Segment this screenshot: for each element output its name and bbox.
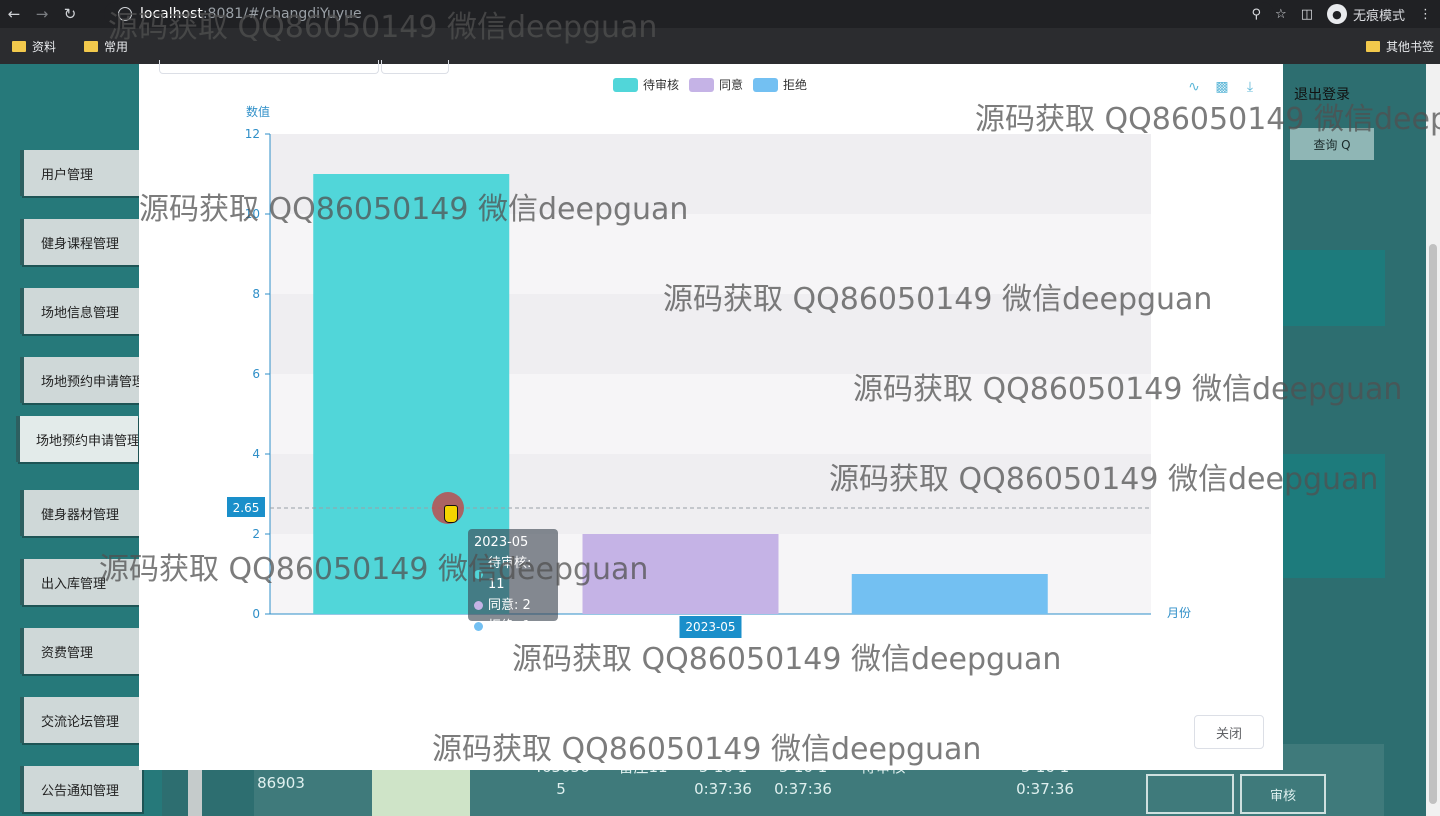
x-axis-title: 月份 bbox=[1167, 606, 1191, 620]
query-button[interactable]: 查询 Q bbox=[1290, 128, 1374, 160]
row-audit-button[interactable]: 审核 bbox=[1240, 774, 1326, 814]
key-icon[interactable]: ⚲ bbox=[1252, 7, 1262, 22]
folder-icon bbox=[84, 40, 99, 52]
bar-2 bbox=[851, 574, 1048, 614]
hand-cursor-icon bbox=[444, 505, 458, 523]
bookmark-folder-ziliao[interactable]: 资料 bbox=[12, 38, 56, 55]
folder-icon bbox=[1365, 40, 1380, 52]
tooltip-row: 同意: 2 bbox=[474, 595, 552, 616]
sidebar-item-fees[interactable]: 资费管理 bbox=[20, 628, 142, 674]
table-header-block bbox=[1283, 250, 1385, 326]
bar-1 bbox=[582, 534, 779, 614]
sidebar-item-courses[interactable]: 健身课程管理 bbox=[20, 219, 142, 265]
bookmark-folder-other[interactable]: 其他书签 bbox=[1365, 38, 1434, 55]
bookmark-folder-changyong[interactable]: 常用 bbox=[84, 38, 128, 55]
chart-dialog: 待审核 同意 拒绝 ∿ ▩ ⤓ 0 2 4 6 8 10 12 数值 月份 2.65 2023-05… bbox=[139, 60, 1283, 770]
sidebar-item-forum[interactable]: 交流论坛管理 bbox=[20, 697, 142, 743]
y-tick-label: 12 bbox=[245, 127, 260, 141]
back-icon[interactable]: ← bbox=[0, 0, 28, 28]
logout-link[interactable]: 退出登录 bbox=[1294, 84, 1350, 104]
sidebar-item-venues[interactable]: 场地信息管理 bbox=[20, 288, 142, 334]
axis-pointer-y-label: 2.65 bbox=[233, 501, 260, 515]
sidebar: 用户管理 健身课程管理 场地信息管理 场地预约申请管理 场地预约申请管理 健身器… bbox=[0, 64, 162, 816]
incognito-label: 无痕模式 bbox=[1352, 8, 1405, 24]
chart-tooltip: 2023-05 待审核: 11 同意: 2 拒绝: 1 bbox=[468, 529, 558, 634]
browser-actions: ⚲ ☆ ◫ ● 无痕模式 ⋮ bbox=[1252, 0, 1432, 28]
y-tick-label: 0 bbox=[252, 607, 260, 621]
bar-chart: 0 2 4 6 8 10 12 数值月份 2.65 2023-05 bbox=[227, 104, 1191, 638]
reload-icon[interactable]: ↻ bbox=[56, 0, 84, 28]
folder-icon bbox=[12, 40, 26, 52]
sidebar-item-users[interactable]: 用户管理 bbox=[20, 150, 142, 196]
page-scrollbar[interactable] bbox=[1426, 64, 1440, 816]
url-text: localhost:8081/#/changdiYuyue bbox=[140, 6, 362, 22]
forward-icon[interactable]: → bbox=[28, 0, 56, 28]
incognito-icon: ● bbox=[1326, 4, 1347, 24]
row-action-button[interactable] bbox=[1146, 774, 1234, 814]
tooltip-row: 待审核: 11 bbox=[474, 553, 552, 595]
sidebar-item-notices[interactable]: 公告通知管理 bbox=[20, 766, 142, 812]
y-tick-label: 6 bbox=[252, 367, 260, 381]
y-tick-label: 2 bbox=[252, 527, 260, 541]
y-tick-label: 8 bbox=[252, 287, 260, 301]
browser-toolbar: ← → ↻ localhost:8081/#/changdiYuyue ⚲ ☆ … bbox=[0, 0, 1440, 28]
site-info-icon[interactable] bbox=[118, 7, 132, 21]
sidepanel-icon[interactable]: ◫ bbox=[1301, 7, 1313, 22]
page-scrollbar-thumb[interactable] bbox=[1429, 244, 1437, 804]
close-button[interactable]: 关闭 bbox=[1194, 715, 1264, 749]
table-row-block bbox=[1283, 454, 1385, 578]
sidebar-item-inventory[interactable]: 出入库管理 bbox=[20, 559, 142, 605]
sidebar-item-venue-booking[interactable]: 场地预约申请管理 bbox=[20, 357, 142, 403]
incognito-indicator[interactable]: ● 无痕模式 bbox=[1326, 4, 1405, 24]
axis-pointer-x-label: 2023-05 bbox=[685, 620, 735, 634]
tooltip-row: 拒绝: 1 bbox=[474, 616, 552, 637]
sidebar-scrollbar[interactable] bbox=[188, 764, 202, 816]
star-icon[interactable]: ☆ bbox=[1275, 7, 1287, 22]
y-tick-label: 10 bbox=[245, 207, 260, 221]
y-tick-label: 4 bbox=[252, 447, 260, 461]
y-axis-title: 数值 bbox=[246, 104, 270, 119]
tooltip-title: 2023-05 bbox=[474, 535, 529, 550]
menu-icon[interactable]: ⋮ bbox=[1419, 7, 1432, 22]
bookmarks-bar: 资料 常用 其他书签 bbox=[0, 28, 1440, 64]
address-bar[interactable]: localhost:8081/#/changdiYuyue bbox=[104, 2, 1274, 26]
sidebar-subitem-venue-booking[interactable]: 场地预约申请管理 bbox=[16, 416, 138, 462]
row-id: 86903 bbox=[257, 774, 305, 792]
sidebar-item-equipment[interactable]: 健身器材管理 bbox=[20, 490, 142, 536]
